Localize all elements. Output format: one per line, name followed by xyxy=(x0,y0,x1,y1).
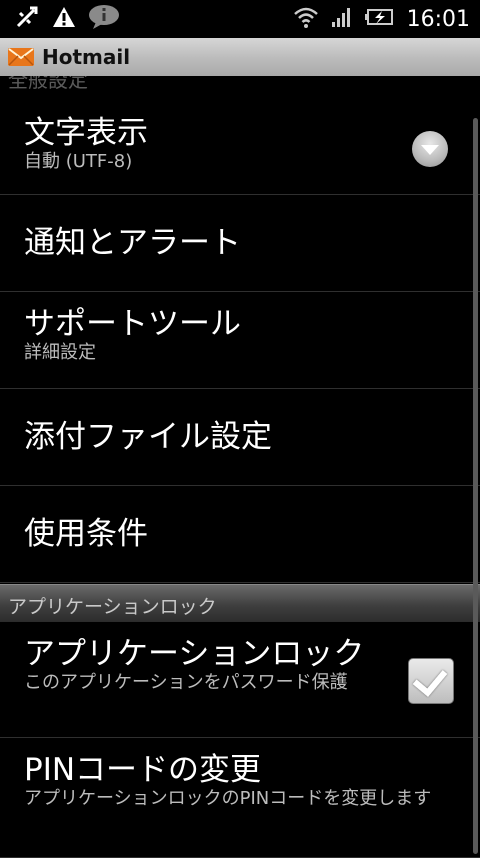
setting-title: PINコードの変更 xyxy=(24,752,262,788)
warning-icon xyxy=(52,5,76,33)
app-title: Hotmail xyxy=(42,45,131,69)
setting-text-encoding[interactable]: 文字表示 自動 (UTF-8) xyxy=(0,97,480,195)
setting-title: 添付ファイル設定 xyxy=(24,419,272,455)
setting-support-tools[interactable]: サポートツール 詳細設定 xyxy=(0,292,480,389)
section-header-general: 全般設定 xyxy=(0,76,480,96)
battery-charging-icon xyxy=(364,6,395,32)
setting-subtitle: アプリケーションロックのPINコードを変更します xyxy=(24,788,432,809)
status-bar: 16:01 xyxy=(0,0,480,38)
chat-bubble-icon xyxy=(88,4,120,34)
signal-icon xyxy=(331,6,353,32)
setting-title: サポートツール xyxy=(24,306,241,342)
setting-subtitle: 詳細設定 xyxy=(24,342,96,363)
setting-title: アプリケーションロック xyxy=(24,636,365,672)
section-header-app-lock: アプリケーションロック xyxy=(0,584,480,622)
setting-app-lock[interactable]: アプリケーションロック このアプリケーションをパスワード保護 xyxy=(0,622,480,738)
dropdown-arrow-icon[interactable] xyxy=(412,131,448,167)
wifi-icon xyxy=(293,5,319,33)
setting-subtitle: 自動 (UTF-8) xyxy=(24,151,133,172)
clock: 16:01 xyxy=(406,6,470,32)
setting-change-pin[interactable]: PINコードの変更 アプリケーションロックのPINコードを変更します xyxy=(0,738,480,858)
usb-debug-icon xyxy=(14,4,40,34)
setting-title: 使用条件 xyxy=(24,516,148,552)
setting-terms-of-use[interactable]: 使用条件 xyxy=(0,486,480,583)
envelope-icon xyxy=(8,48,34,66)
app-lock-checkbox[interactable] xyxy=(408,658,454,704)
app-lock-list: アプリケーションロック このアプリケーションをパスワード保護 PINコードの変更… xyxy=(0,622,480,858)
setting-attachments[interactable]: 添付ファイル設定 xyxy=(0,389,480,486)
setting-subtitle: このアプリケーションをパスワード保護 xyxy=(24,672,348,693)
scrollbar[interactable] xyxy=(473,118,478,854)
setting-title: 通知とアラート xyxy=(24,225,241,261)
app-title-bar: Hotmail xyxy=(0,38,480,76)
settings-list: 文字表示 自動 (UTF-8) 通知とアラート サポートツール 詳細設定 添付フ… xyxy=(0,97,480,583)
setting-notifications[interactable]: 通知とアラート xyxy=(0,195,480,292)
